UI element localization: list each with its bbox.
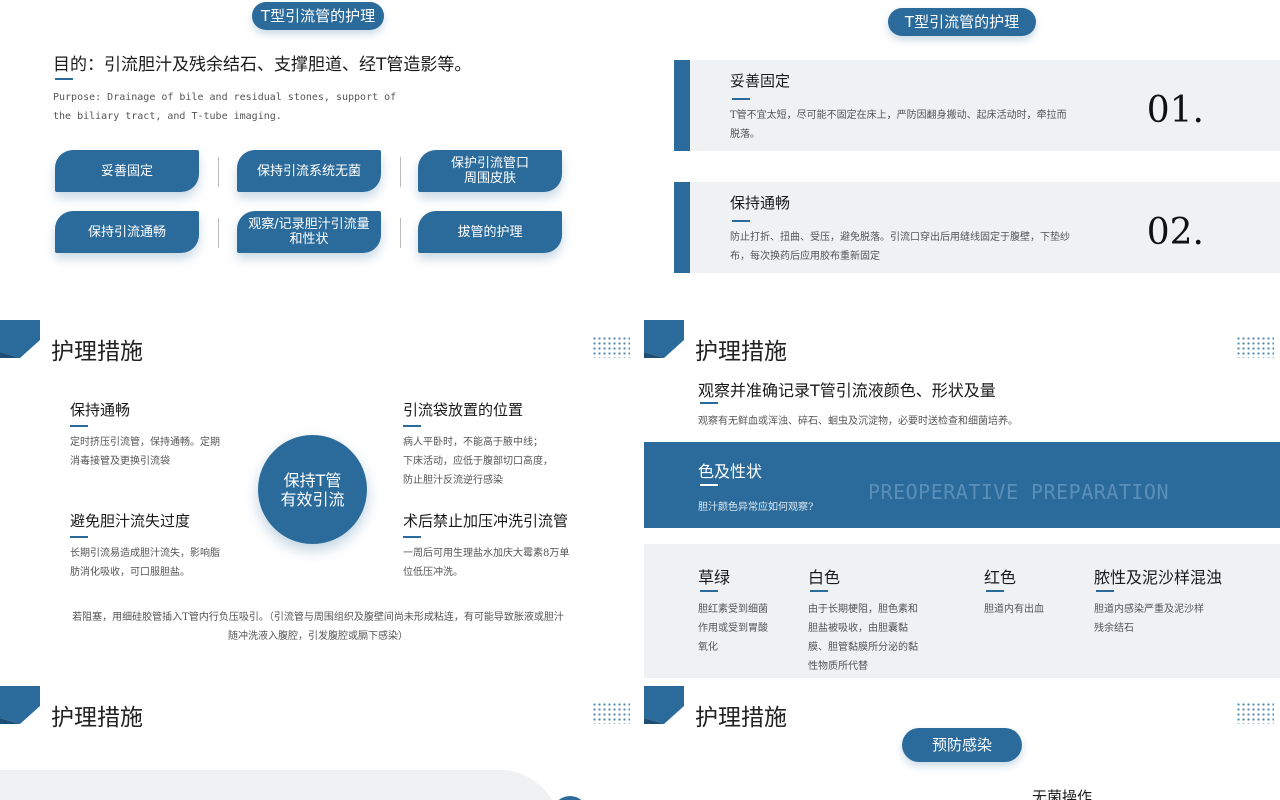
color-body: 由于长期梗阻，胆色素和胆盐被吸收，由胆囊黏膜、胆管黏膜所分泌的黏性物质所代替	[808, 604, 918, 672]
card-patency: 保持通畅 防止打折、扭曲、受压，避免脱落。引流口穿出后用缝线固定于腹壁，下垫纱布…	[674, 182, 1280, 273]
accent-line	[986, 590, 1004, 592]
band-watermark: PREOPERATIVE PREPARATION	[868, 480, 1169, 504]
card-number: 02.	[1146, 212, 1204, 253]
accent-line	[810, 590, 828, 592]
tile-observe: 观察/记录胆汁引流量 和性状	[237, 211, 381, 253]
section-pill: T型引流管的护理	[888, 8, 1036, 36]
colors-panel: 草绿 胆红素受到细菌作用或受到胃酸氧化 白色 由于长期梗阻，胆色素和胆盐被吸收，…	[644, 544, 1280, 678]
accent-line	[1096, 590, 1114, 592]
section-header: 护理措施	[51, 705, 143, 731]
card-title: 妥善固定	[730, 72, 791, 90]
section-pill: T型引流管的护理	[252, 2, 384, 30]
block-title: 术后禁止加压冲洗引流管	[403, 512, 569, 530]
header-tab-shape	[0, 320, 40, 358]
dots-pattern	[592, 336, 630, 358]
card-bar	[674, 182, 690, 273]
slide-4: 护理措施 观察并准确记录T管引流液颜色、形状及量 观察有无鲜血或浑浊、碎石、蛔虫…	[644, 320, 1280, 684]
header-tab-shape	[644, 320, 684, 358]
block-body: 一周后可用生理盐水加庆大霉素8万单位低压冲洗。	[403, 548, 570, 578]
accent-line	[70, 425, 88, 427]
dots-pattern	[592, 702, 630, 724]
purpose-text: Purpose: Drainage of bile and residual s…	[53, 92, 397, 122]
color-body: 胆道内有出血	[984, 604, 1044, 615]
circle-accent	[552, 796, 588, 800]
card-fixation: 妥善固定 T管不宜太短，尽可能不固定在床上，严防因翻身搬动、起床活动时，牵拉而脱…	[674, 60, 1280, 151]
accent-line	[732, 220, 750, 222]
slide-6: 护理措施 预防感染 无菌操作	[644, 686, 1280, 800]
accent-line	[55, 78, 73, 80]
band-subtitle: 胆汁颜色异常应如何观察?	[698, 502, 814, 513]
slide-5: 护理措施	[0, 686, 636, 800]
color-body: 胆道内感染严重及泥沙样残余结石	[1094, 604, 1204, 634]
observe-subtitle: 观察有无鲜血或浑浊、碎石、蛔虫及沉淀物，必要时送检查和细菌培养。	[698, 416, 1018, 427]
block-body: 长期引流易造成胆汁流失，影响脂肪消化吸收，可口服胆盐。	[70, 548, 220, 578]
dots-pattern	[1236, 702, 1274, 724]
card-body: T管不宜太短，尽可能不固定在床上，严防因翻身搬动、起床活动时，牵拉而脱落。	[730, 110, 1067, 140]
section-pill: 预防感染	[902, 728, 1022, 762]
accent-line	[700, 402, 718, 404]
observe-title: 观察并准确记录T管引流液颜色、形状及量	[698, 381, 996, 400]
goal-text: 目的：引流胆汁及残余结石、支撑胆道、经T管造影等。	[53, 55, 472, 75]
tile-fixation: 妥善固定	[55, 150, 199, 192]
header-tab-shape	[644, 686, 684, 724]
card-title: 保持通畅	[730, 194, 791, 212]
color-title: 脓性及泥沙样混浊	[1094, 568, 1223, 587]
block-title: 保持通畅	[70, 401, 131, 419]
band-title: 色及性状	[698, 462, 763, 481]
blue-band: 色及性状 胆汁颜色异常应如何观察? PREOPERATIVE PREPARATI…	[644, 442, 1280, 528]
block-title: 引流袋放置的位置	[403, 401, 524, 419]
accent-line	[70, 536, 88, 538]
divider	[400, 218, 401, 248]
divider	[218, 157, 219, 187]
color-body: 胆红素受到细菌作用或受到胃酸氧化	[698, 604, 768, 653]
section-header: 护理措施	[695, 339, 787, 365]
accent-line	[700, 484, 718, 486]
tile-removal: 拔管的护理	[418, 211, 562, 253]
accent-line	[403, 425, 421, 427]
grey-panel	[0, 770, 560, 800]
divider	[218, 218, 219, 248]
block-title: 避免胆汁流失过度	[70, 512, 191, 530]
dots-pattern	[1236, 336, 1274, 358]
card-body: 防止打折、扭曲、受压，避免脱落。引流口穿出后用缝线固定于腹壁，下垫纱布，每次换药…	[730, 232, 1070, 262]
slide-3: 护理措施 保持通畅 定时挤压引流管，保持通畅。定期消毒接管及更换引流袋 避免胆汁…	[0, 320, 636, 684]
color-title: 白色	[808, 568, 841, 587]
accent-line	[732, 98, 750, 100]
block-body: 病人平卧时，不能高于腋中线； 下床活动，应低于腹部切口高度， 防止胆汁反流逆行感…	[403, 437, 553, 486]
color-title: 草绿	[698, 568, 731, 587]
accent-line	[403, 536, 421, 538]
footnote: 若阻塞，用细硅胶管插入T管内行负压吸引。（引流管与周围组织及腹壁间尚未形成粘连，…	[72, 612, 564, 642]
tile-patency: 保持引流通畅	[55, 211, 199, 253]
partial-title: 无菌操作	[1032, 788, 1093, 800]
block-body: 定时挤压引流管，保持通畅。定期消毒接管及更换引流袋	[70, 437, 220, 467]
section-header: 护理措施	[695, 705, 787, 731]
accent-line	[700, 590, 718, 592]
center-circle: 保持T管 有效引流	[258, 435, 367, 544]
divider	[400, 157, 401, 187]
card-number: 01.	[1146, 90, 1204, 131]
color-title: 红色	[984, 568, 1017, 587]
slide-1: T型引流管的护理 目的：引流胆汁及残余结石、支撑胆道、经T管造影等。 Purpo…	[0, 0, 636, 318]
card-bar	[674, 60, 690, 151]
section-header: 护理措施	[51, 339, 143, 365]
slide-2: T型引流管的护理 妥善固定 T管不宜太短，尽可能不固定在床上，严防因翻身搬动、起…	[644, 0, 1280, 318]
tile-sterile: 保持引流系统无菌	[237, 150, 381, 192]
header-tab-shape	[0, 686, 40, 724]
tile-skin: 保护引流管口 周围皮肤	[418, 150, 562, 192]
